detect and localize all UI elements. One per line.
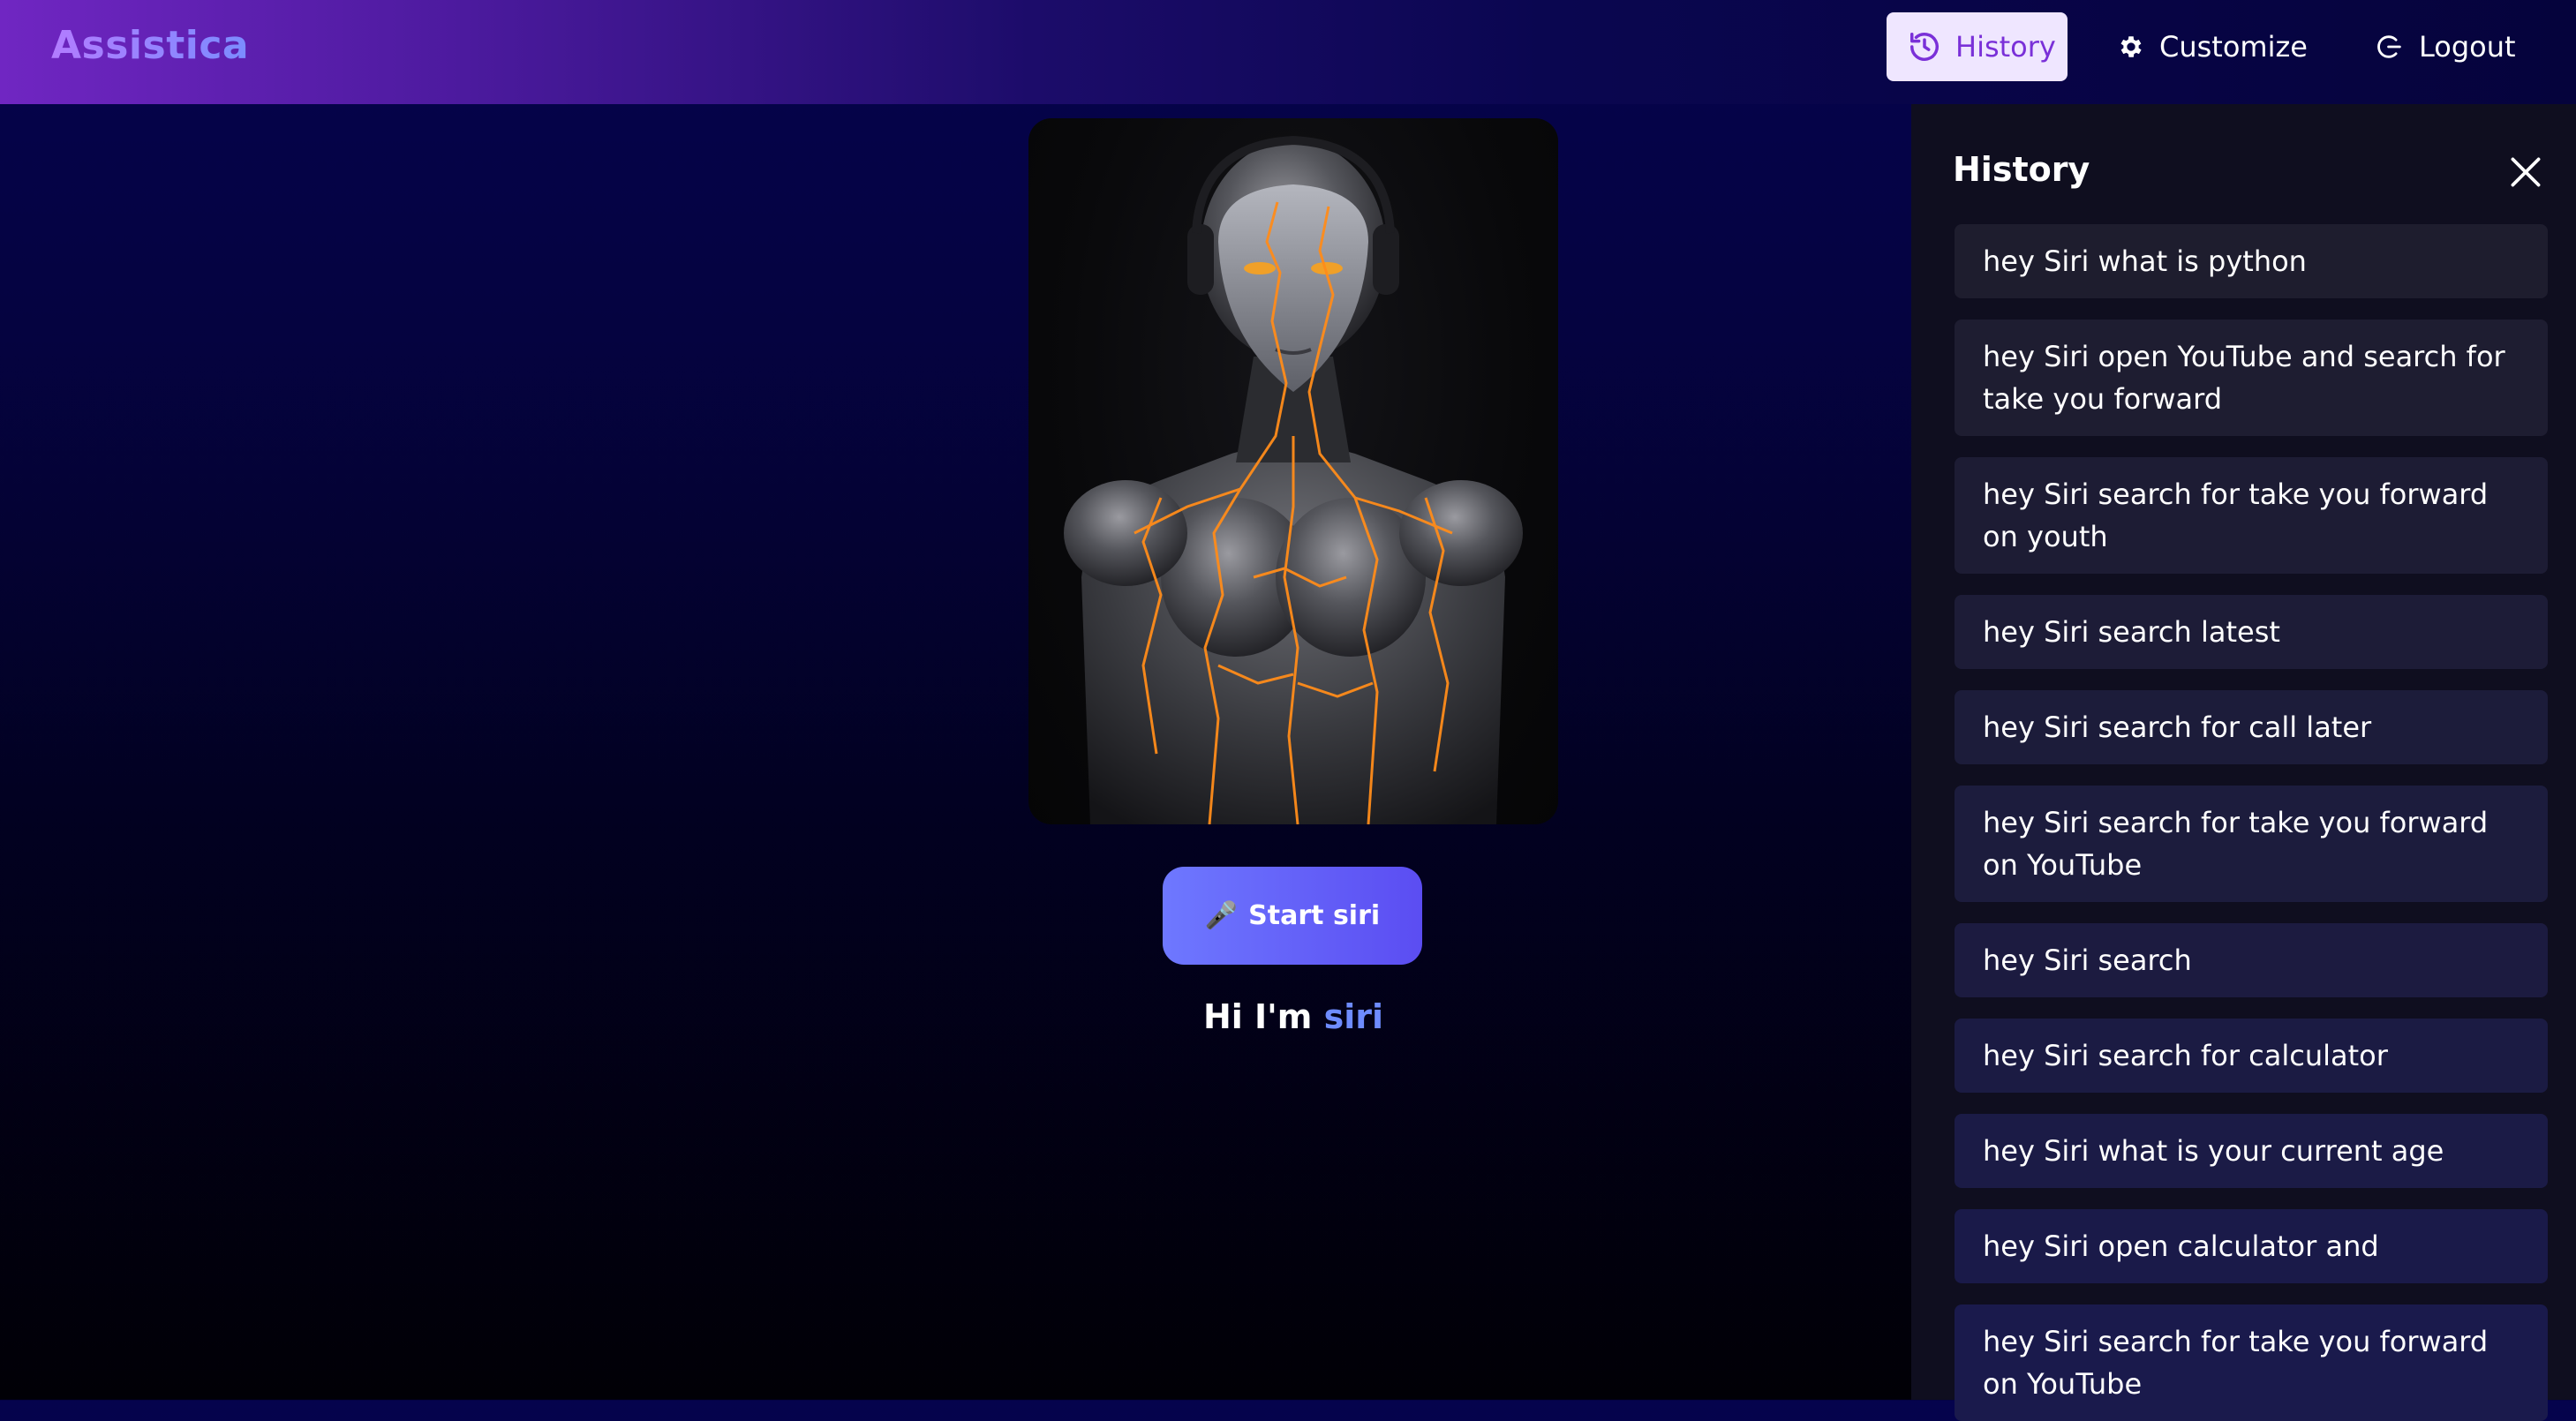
greeting-prefix: Hi I'm [1202,997,1313,1036]
history-icon [1908,30,1941,64]
top-navbar: Assistica History Customize Logout [0,0,2576,104]
start-siri-button[interactable]: 🎤 Start siri [1163,867,1422,965]
close-history-button[interactable] [2504,150,2548,194]
logout-icon [2375,32,2405,62]
start-siri-label: Start siri [1248,900,1381,931]
history-item[interactable]: hey Siri search for take you forward on … [1955,1304,2548,1421]
history-item[interactable]: hey Siri what is your current age [1955,1114,2548,1188]
gear-icon [2117,33,2145,61]
history-panel-title: History [1953,150,2090,189]
nav-logout-label: Logout [2419,30,2516,64]
history-item[interactable]: hey Siri search [1955,923,2548,997]
nav-customize-label: Customize [2159,30,2308,64]
history-item[interactable]: hey Siri search for calculator [1955,1019,2548,1093]
assistant-portrait-image [1028,118,1558,824]
nav-history-label: History [1955,30,2056,64]
nav-history-button[interactable]: History [1887,12,2068,81]
assistant-name: siri [1323,997,1384,1036]
history-item[interactable]: hey Siri what is python [1955,224,2548,298]
history-item[interactable]: hey Siri search for take you forward on … [1955,457,2548,574]
history-item[interactable]: hey Siri search for call later [1955,690,2548,764]
history-list: hey Siri what is python hey Siri open You… [1955,224,2548,1421]
greeting-text: Hi I'm siri [1028,997,1558,1036]
nav-logout-button[interactable]: Logout [2375,12,2516,81]
history-item[interactable]: hey Siri search latest [1955,595,2548,669]
microphone-icon: 🎤 [1204,900,1239,931]
history-item[interactable]: hey Siri search for take you forward on … [1955,786,2548,902]
close-icon [2504,150,2548,194]
brand-logo[interactable]: Assistica [51,23,249,68]
nav-customize-button[interactable]: Customize [2117,12,2308,81]
history-item[interactable]: hey Siri open calculator and [1955,1209,2548,1283]
history-item[interactable]: hey Siri open YouTube and search for tak… [1955,320,2548,436]
